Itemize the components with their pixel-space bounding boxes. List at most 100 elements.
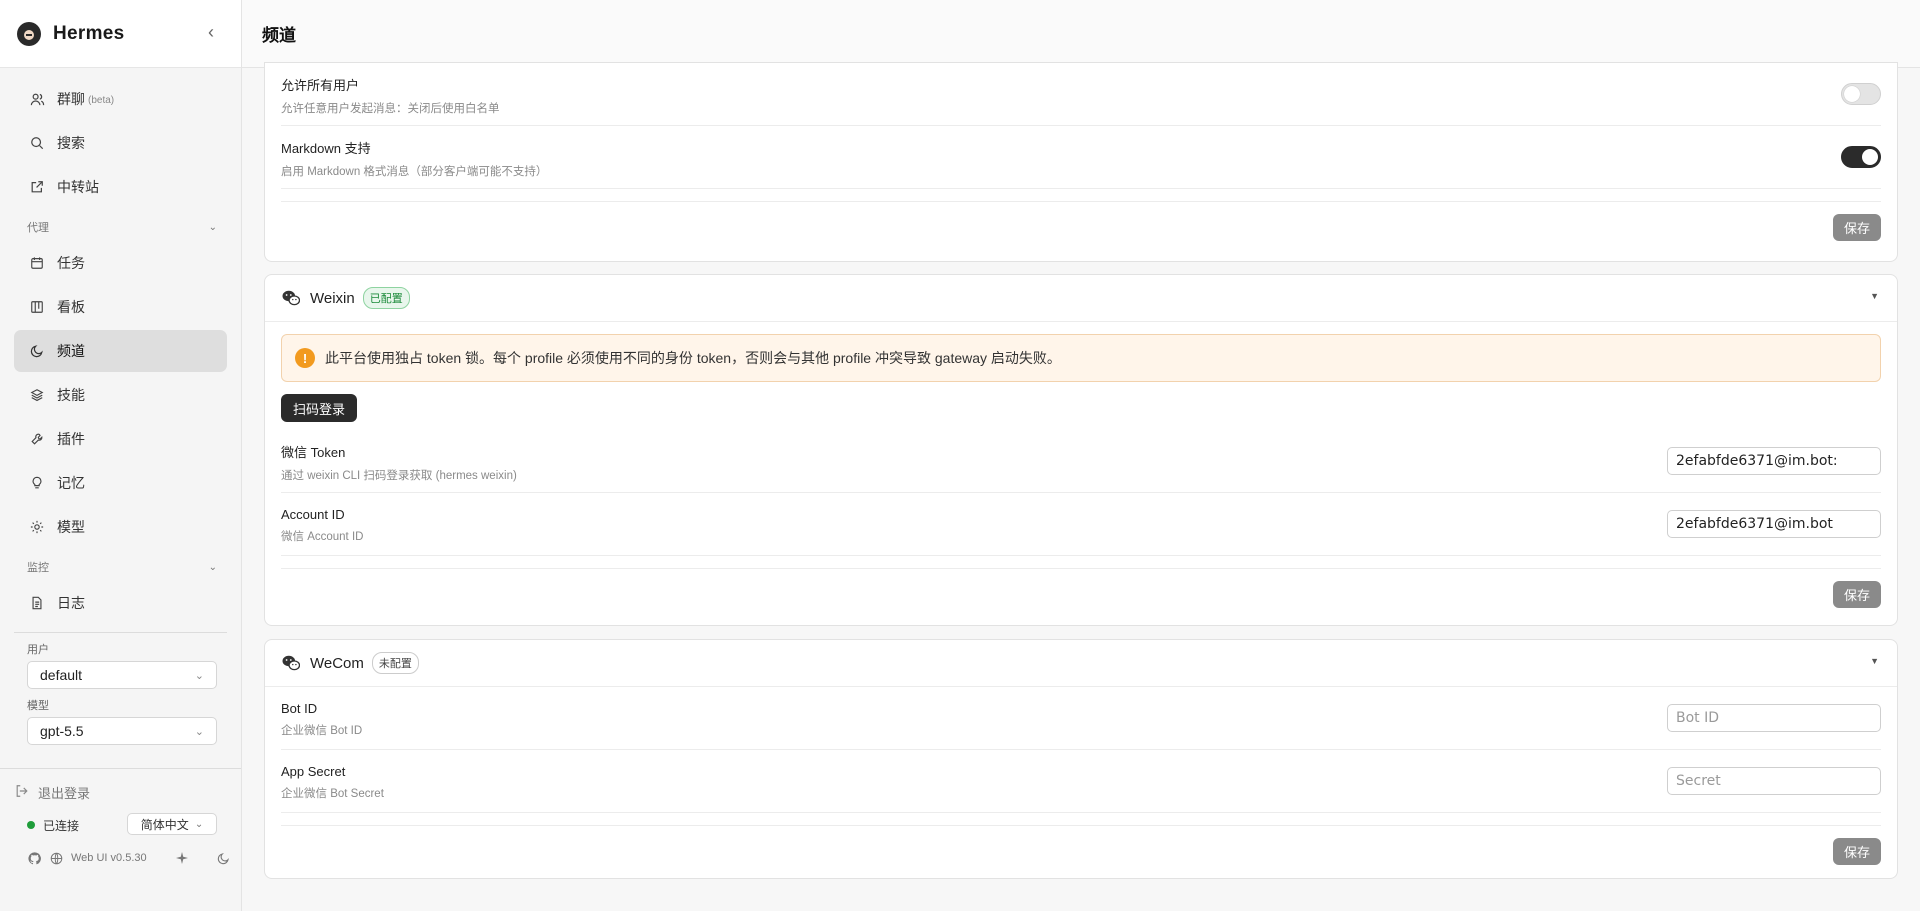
setting-row-account-id: Account ID 微信 Account ID 2efabfde6371@im… (281, 493, 1881, 556)
lightbulb-icon (28, 474, 46, 492)
sidebar-item-kanban[interactable]: 看板 (14, 286, 227, 328)
logout-button[interactable]: 退出登录 (0, 775, 241, 809)
version-text: Web UI v0.5.30 (71, 852, 147, 864)
setting-desc: 通过 weixin CLI 扫码登录获取 (hermes weixin) (281, 469, 517, 482)
beta-tag: (beta) (88, 94, 115, 106)
page-title: 频道 (262, 26, 296, 45)
weixin-token-input[interactable]: 2efabfde6371@im.bot: (1667, 447, 1881, 475)
wechat-icon (282, 655, 300, 671)
sidebar-item-models[interactable]: 模型 (14, 506, 227, 548)
save-button[interactable]: 保存 (1833, 581, 1881, 608)
sidebar-item-channels[interactable]: 频道 (14, 330, 227, 372)
sidebar-item-tasks[interactable]: 任务 (14, 242, 227, 284)
chevron-down-icon[interactable]: ▼ (1870, 291, 1879, 301)
card-footer: 保存 (281, 201, 1881, 253)
warning-icon: ! (295, 348, 315, 368)
chevron-down-icon[interactable]: ▼ (1870, 656, 1879, 666)
sidebar-item-logs[interactable]: 日志 (14, 582, 227, 624)
setting-desc: 微信 Account ID (281, 530, 364, 543)
sidebar-item-skills[interactable]: 技能 (14, 374, 227, 416)
footer-row: Web UI v0.5.30 (0, 841, 241, 875)
setting-label: App Secret (281, 763, 346, 779)
setting-desc: 启用 Markdown 格式消息（部分客户端可能不支持） (281, 165, 548, 178)
user-select[interactable]: default ⌄ (27, 661, 217, 689)
hermes-logo-icon (17, 21, 41, 46)
sidebar-item-group-chat[interactable]: 群聊 (beta) (14, 78, 227, 120)
logout-label: 退出登录 (38, 785, 91, 801)
globe-icon[interactable] (49, 851, 63, 865)
page-header: 频道 (242, 0, 1920, 68)
chevron-down-icon: ⌄ (194, 669, 204, 682)
sidebar-item-label: 记忆 (57, 475, 85, 491)
sparkle-icon[interactable] (175, 851, 189, 865)
sidebar-item-plugins[interactable]: 插件 (14, 418, 227, 460)
collapse-sidebar-icon[interactable]: ‹ (201, 22, 221, 42)
sidebar-item-label: 搜索 (57, 135, 85, 151)
setting-desc: 允许任意用户发起消息：关闭后使用白名单 (281, 102, 500, 115)
channel-card-wecom: WeCom 未配置 ▼ Bot ID 企业微信 Bot ID Bot ID Ap… (264, 639, 1898, 879)
theme-moon-icon[interactable] (217, 851, 231, 865)
section-monitor[interactable]: 监控 ⌄ (0, 554, 241, 580)
card-footer: 保存 (281, 568, 1881, 620)
card-header-weixin[interactable]: Weixin 已配置 ▼ (265, 275, 1897, 322)
chevron-down-icon: ⌄ (194, 725, 204, 738)
sidebar-item-label: 插件 (57, 431, 85, 447)
save-button[interactable]: 保存 (1833, 214, 1881, 241)
channel-card-previous: 允许所有用户 允许任意用户发起消息：关闭后使用白名单 Markdown 支持 启… (264, 62, 1898, 262)
model-select-value: gpt-5.5 (40, 723, 84, 739)
app-secret-input[interactable]: Secret (1667, 767, 1881, 795)
sidebar-item-label: 技能 (57, 387, 85, 403)
setting-label: Markdown 支持 (281, 140, 371, 156)
search-icon (28, 134, 46, 152)
app-root: Hermes ‹ 群聊 (beta) 搜索 中转站 代理 ⌄ 任务 看板 频道 … (0, 0, 1920, 911)
model-select[interactable]: gpt-5.5 ⌄ (27, 717, 217, 745)
status-badge: 已配置 (362, 287, 410, 309)
section-agent-label: 代理 (27, 222, 49, 234)
setting-label: Bot ID (281, 700, 318, 716)
sidebar-item-relay[interactable]: 中转站 (14, 166, 227, 208)
allow-all-users-toggle[interactable] (1841, 83, 1881, 105)
save-button[interactable]: 保存 (1833, 838, 1881, 865)
chevron-down-icon: ⌄ (208, 561, 217, 573)
chevron-down-icon: ⌄ (194, 818, 204, 830)
channel-name: Weixin (310, 289, 355, 307)
moon-icon (28, 342, 46, 360)
warning-text: 此平台使用独占 token 锁。每个 profile 必须使用不同的身份 tok… (325, 350, 1061, 366)
layers-icon (28, 386, 46, 404)
sidebar-item-label: 日志 (57, 595, 85, 611)
section-agent[interactable]: 代理 ⌄ (0, 214, 241, 240)
app-title: Hermes (53, 22, 125, 44)
logout-icon (15, 784, 29, 801)
wechat-icon (282, 290, 300, 306)
bot-id-input[interactable]: Bot ID (1667, 704, 1881, 732)
setting-row-markdown: Markdown 支持 启用 Markdown 格式消息（部分客户端可能不支持） (281, 126, 1881, 189)
warning-banner: ! 此平台使用独占 token 锁。每个 profile 必须使用不同的身份 t… (281, 334, 1881, 382)
account-id-input[interactable]: 2efabfde6371@im.bot (1667, 510, 1881, 538)
users-icon (28, 90, 46, 108)
status-dot (27, 821, 35, 829)
main-area: 频道 允许所有用户 允许任意用户发起消息：关闭后使用白名单 Markdown 支… (242, 0, 1920, 911)
sidebar-item-memory[interactable]: 记忆 (14, 462, 227, 504)
setting-row-weixin-token: 微信 Token 通过 weixin CLI 扫码登录获取 (hermes we… (281, 430, 1881, 493)
sidebar-item-search[interactable]: 搜索 (14, 122, 227, 164)
github-icon[interactable] (27, 851, 41, 865)
sidebar-item-label: 看板 (57, 299, 85, 315)
card-header-wecom[interactable]: WeCom 未配置 ▼ (265, 640, 1897, 687)
external-link-icon (28, 178, 46, 196)
markdown-toggle[interactable] (1841, 146, 1881, 168)
sidebar-item-label: 群聊 (57, 91, 85, 107)
setting-label: Account ID (281, 506, 345, 522)
language-select[interactable]: 简体中文 ⌄ (127, 813, 217, 835)
user-select-value: default (40, 667, 83, 683)
setting-row-bot-id: Bot ID 企业微信 Bot ID Bot ID (281, 687, 1881, 750)
channel-name: WeCom (310, 654, 364, 672)
sidebar: Hermes ‹ 群聊 (beta) 搜索 中转站 代理 ⌄ 任务 看板 频道 … (0, 0, 242, 911)
kanban-icon (28, 298, 46, 316)
chevron-down-icon: ⌄ (208, 221, 217, 233)
setting-desc: 企业微信 Bot ID (281, 724, 363, 737)
status-badge: 未配置 (371, 652, 419, 674)
language-value: 简体中文 (140, 817, 189, 832)
scan-login-button[interactable]: 扫码登录 (281, 394, 357, 422)
user-label: 用户 (27, 644, 49, 656)
sidebar-item-label: 中转站 (57, 179, 99, 195)
